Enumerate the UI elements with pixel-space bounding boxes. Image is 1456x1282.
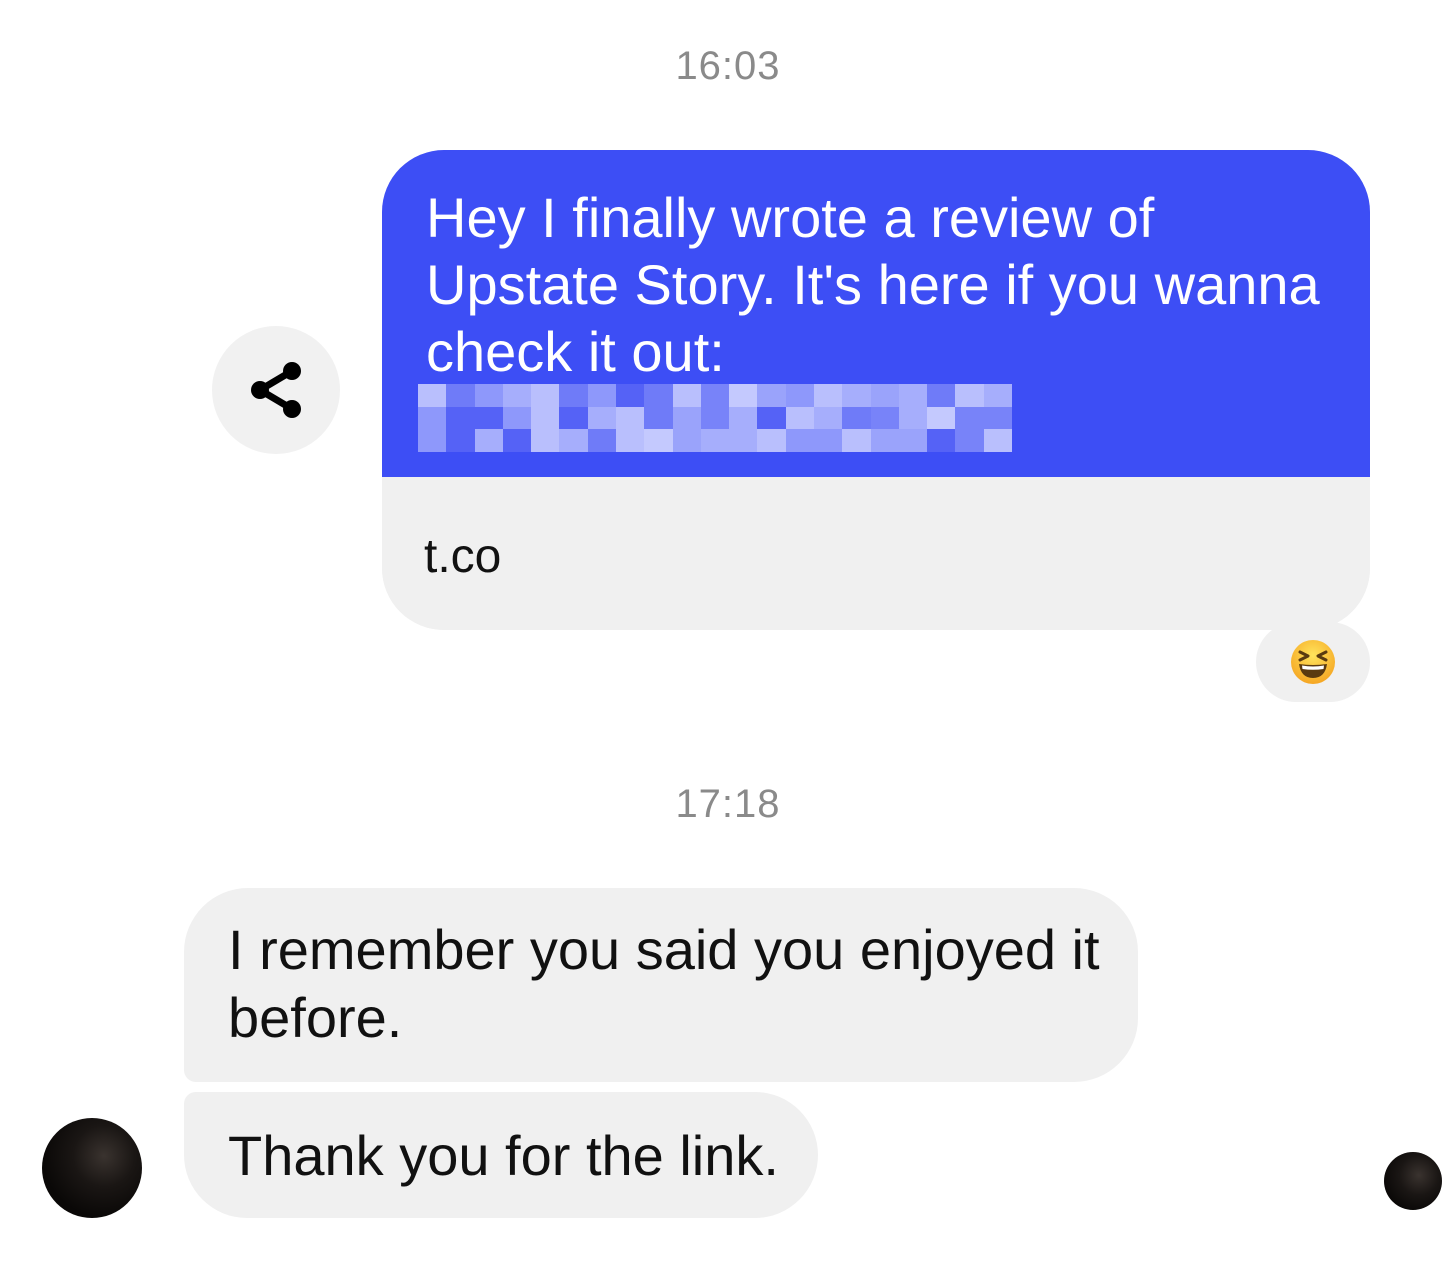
redacted-pixel [559, 384, 588, 407]
redacted-pixel [955, 406, 984, 430]
outgoing-message-body: Hey I finally wrote a review of Upstate … [382, 150, 1370, 477]
redacted-pixel [644, 384, 673, 407]
redacted-pixel [729, 429, 758, 452]
redacted-pixel [814, 429, 843, 452]
redacted-pixel [446, 429, 475, 452]
redacted-pixel [502, 429, 532, 452]
redacted-pixel [474, 384, 503, 407]
link-preview[interactable]: t.co [382, 477, 1370, 630]
redacted-pixel [785, 384, 814, 407]
outgoing-message-text: Hey I finally wrote a review of Upstate … [426, 186, 1320, 383]
redacted-pixel [446, 384, 475, 407]
redacted-pixel [898, 384, 928, 407]
redacted-pixel [502, 406, 532, 430]
redacted-pixel [814, 384, 843, 407]
laughing-face-emoji [1291, 640, 1335, 684]
redacted-pixel [672, 384, 701, 407]
share-button[interactable] [212, 326, 340, 454]
redacted-pixel [927, 406, 956, 430]
seen-avatar [1384, 1152, 1442, 1210]
redacted-pixel [729, 384, 758, 407]
redacted-pixel [983, 406, 1012, 430]
incoming-message[interactable]: Thank you for the link. [184, 1092, 818, 1218]
redacted-pixel [616, 406, 645, 430]
redacted-pixel [474, 406, 503, 430]
redacted-pixel [700, 429, 730, 452]
redacted-pixel [729, 406, 758, 430]
redacted-pixel [559, 429, 588, 452]
incoming-message[interactable]: I remember you said you enjoyed it befor… [184, 888, 1138, 1082]
redacted-pixel [955, 429, 984, 452]
redacted-pixel [927, 429, 956, 452]
redacted-pixel [898, 429, 928, 452]
redacted-pixel [785, 429, 814, 452]
redacted-pixel [531, 406, 560, 430]
redacted-pixel [559, 406, 588, 430]
redacted-pixel [418, 429, 447, 452]
redacted-pixel [418, 406, 447, 430]
redacted-pixel [842, 406, 871, 430]
timestamp: 16:03 [675, 44, 781, 88]
redacted-pixel [644, 429, 673, 452]
redacted-pixel [644, 406, 673, 430]
redacted-pixel [983, 384, 1012, 407]
redacted-pixel [616, 429, 645, 452]
redacted-pixel [898, 406, 928, 430]
redacted-pixel [502, 384, 532, 407]
redacted-pixel [672, 406, 701, 430]
redacted-pixel [870, 384, 899, 407]
redacted-pixel [842, 429, 871, 452]
redacted-pixel [446, 406, 475, 430]
redacted-pixel [757, 429, 786, 452]
incoming-message-text: Thank you for the link. [228, 1124, 779, 1187]
redacted-pixel [785, 406, 814, 430]
link-preview-domain: t.co [424, 530, 502, 583]
redacted-pixel [616, 384, 645, 407]
redacted-pixel [672, 429, 701, 452]
redacted-pixel [983, 429, 1012, 452]
redacted-pixel [870, 406, 899, 430]
redacted-pixel [757, 384, 786, 407]
timestamp: 17:18 [675, 782, 781, 826]
redacted-pixel [418, 384, 447, 407]
redacted-pixel [842, 384, 871, 407]
redacted-pixel [814, 406, 843, 430]
redacted-pixel [700, 384, 730, 407]
outgoing-message[interactable]: Hey I finally wrote a review of Upstate … [382, 150, 1370, 630]
redacted-pixel [587, 429, 616, 452]
redacted-pixel [531, 429, 560, 452]
redacted-pixel [531, 384, 560, 407]
redacted-pixel [474, 429, 503, 452]
redacted-pixel [870, 429, 899, 452]
redacted-pixel [757, 406, 786, 430]
redacted-pixel [927, 384, 956, 407]
reaction-badge[interactable] [1256, 622, 1370, 702]
share-icon [251, 362, 301, 418]
redacted-pixel [955, 384, 984, 407]
redacted-pixel [587, 406, 616, 430]
redacted-pixel [700, 406, 730, 430]
redacted-pixel [587, 384, 616, 407]
contact-avatar[interactable] [42, 1118, 142, 1218]
incoming-message-text: I remember you said you enjoyed it befor… [228, 918, 1100, 1049]
redacted-link[interactable] [418, 384, 1012, 452]
